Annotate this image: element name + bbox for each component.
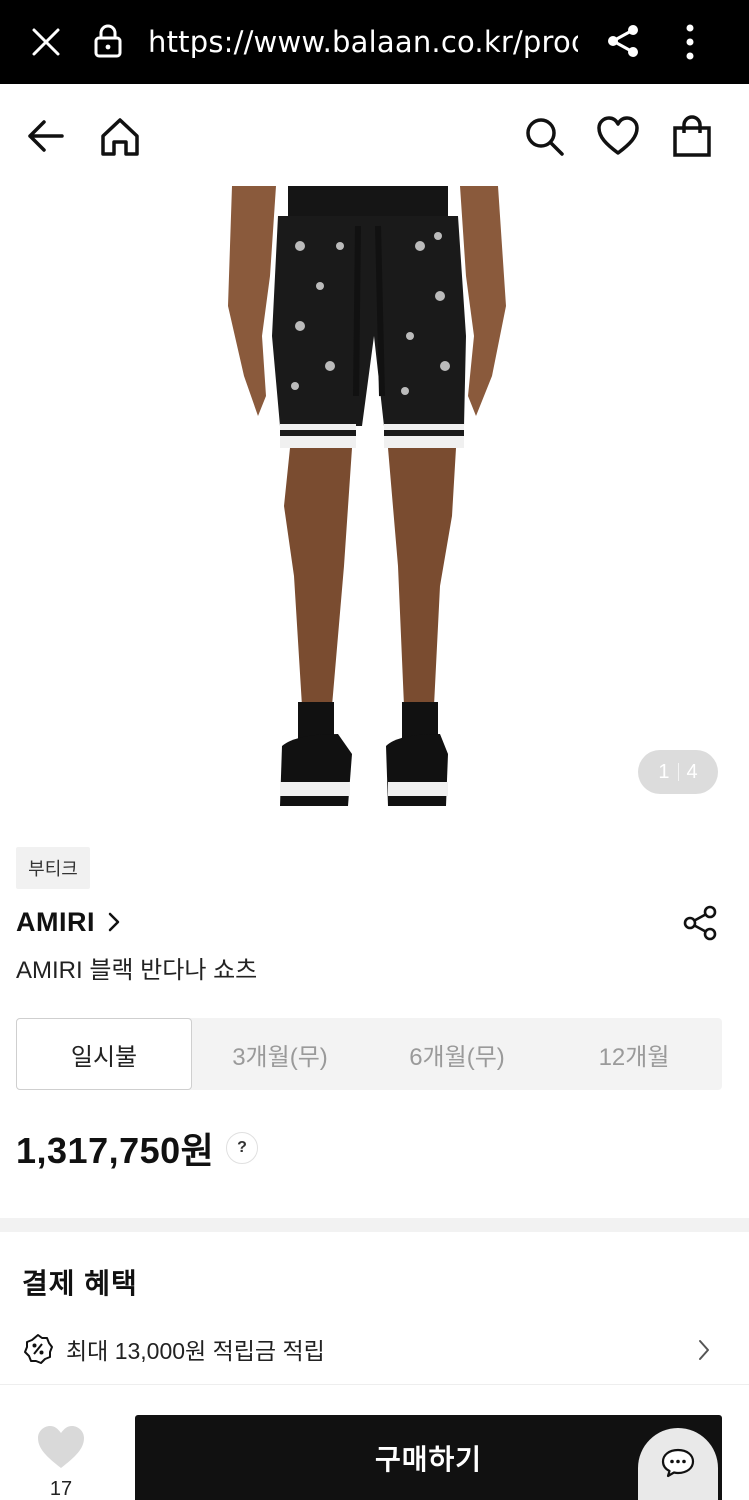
tab-12-months[interactable]: 12개월 <box>546 1018 722 1090</box>
price: 1,317,750원 ? <box>16 1122 259 1174</box>
price-help-button[interactable]: ? <box>226 1132 259 1164</box>
buy-button[interactable]: 구매하기 <box>135 1415 722 1500</box>
boutique-tag: 부티크 <box>16 847 90 889</box>
heart-icon[interactable] <box>36 1424 86 1470</box>
percent-badge-icon <box>24 1334 53 1364</box>
benefit-item[interactable]: 최대 13,000원 적립금 적립 <box>22 1326 712 1372</box>
benefit-text: 최대 13,000원 적립금 적립 <box>66 1338 325 1364</box>
pager-current: 1 <box>658 760 670 783</box>
home-icon[interactable] <box>98 114 142 158</box>
browser-toolbar: https://www.balaan.co.kr/produc <box>0 0 749 84</box>
price-value: 1,317,750원 <box>16 1130 215 1171</box>
product-photo <box>228 186 506 806</box>
share-icon[interactable] <box>680 903 720 943</box>
heart-icon[interactable] <box>596 114 640 158</box>
app-header <box>0 84 749 186</box>
chat-icon <box>661 1448 695 1478</box>
bottom-divider <box>0 1384 749 1385</box>
tab-6-months[interactable]: 6개월(무) <box>368 1018 546 1090</box>
search-icon[interactable] <box>522 114 566 158</box>
url-bar[interactable]: https://www.balaan.co.kr/produc <box>148 22 578 62</box>
more-icon[interactable] <box>680 22 700 62</box>
section-divider <box>0 1218 749 1232</box>
chevron-right-icon <box>699 1340 709 1360</box>
product-name: AMIRI 블랙 반다나 쇼츠 <box>16 957 258 984</box>
share-icon[interactable] <box>604 22 642 60</box>
tab-lump-sum[interactable]: 일시불 <box>16 1018 192 1090</box>
product-image[interactable] <box>0 186 749 818</box>
pager-total: 4 <box>686 760 698 783</box>
shopping-bag-icon[interactable] <box>670 114 714 158</box>
like-count: 17 <box>49 1478 73 1500</box>
chevron-right-icon <box>108 912 120 932</box>
benefits-title: 결제 혜택 <box>22 1268 138 1299</box>
pager-separator <box>677 763 679 781</box>
gallery-pager: 1 4 <box>638 750 718 794</box>
chat-button[interactable] <box>638 1428 718 1500</box>
close-icon[interactable] <box>28 24 64 60</box>
lock-icon <box>94 24 122 58</box>
brand-name: AMIRI <box>16 906 95 937</box>
installment-tabs: 일시불 3개월(무) 6개월(무) 12개월 <box>16 1018 722 1090</box>
tab-3-months[interactable]: 3개월(무) <box>192 1018 368 1090</box>
brand-link[interactable]: AMIRI <box>16 902 123 942</box>
back-arrow-icon[interactable] <box>24 114 68 158</box>
